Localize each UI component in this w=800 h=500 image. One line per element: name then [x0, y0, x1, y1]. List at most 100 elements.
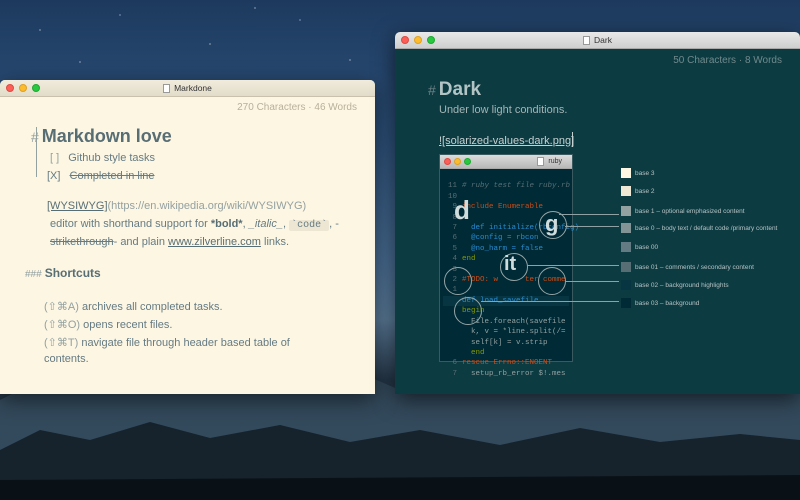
heading-text: Dark [438, 79, 482, 100]
callout-ring [444, 267, 472, 295]
legend-label: base 00 [635, 243, 659, 251]
code-title: ruby [548, 158, 562, 165]
task-item-done[interactable]: [X] Completed in line [47, 170, 155, 182]
legend-item: base 00 [621, 242, 658, 252]
line-number: 11 [447, 182, 457, 191]
legend-item: base 01 – comments / secondary content [621, 262, 754, 272]
connector-line [559, 214, 619, 215]
legend-item: base 02 – background highlights [621, 280, 729, 290]
code-text: k, v = *line.split(/= [462, 328, 566, 337]
paragraph-line-1: [WYSIWYG](https://en.wikipedia.org/wiki/… [47, 200, 306, 212]
subtitle-text: Under low light conditions. [439, 104, 568, 116]
text: - and plain [113, 236, 169, 248]
code-text: self[k] = v.strip [462, 338, 548, 347]
task-text: Github style tasks [68, 152, 156, 164]
legend-swatch [621, 186, 631, 196]
legend-item: base 3 [621, 168, 655, 178]
callout-ring [538, 267, 566, 295]
heading-marker: # [428, 82, 436, 98]
legend-item: base 1 – optional emphasized content [621, 206, 745, 216]
glyph-g: g [545, 211, 559, 236]
dark-window[interactable]: Dark 50 Characters · 8 Words # Dark Unde… [395, 32, 800, 394]
window-title: Dark [594, 35, 612, 45]
text: , - [329, 218, 339, 230]
code-line: 6 rescue Errno::ENOENT [443, 358, 569, 368]
legend-label: base 03 – background [635, 299, 700, 307]
connector-line [565, 226, 619, 227]
heading-text: Markdown love [41, 126, 172, 146]
legend-label: base 02 – background highlights [635, 281, 729, 289]
code-line: k, v = *line.split(/= [443, 327, 569, 337]
text: editor with shorthand support for [50, 218, 211, 230]
shortcut-desc: opens recent files. [80, 319, 173, 331]
legend-label: base 0 – body text / default code /prima… [635, 224, 778, 232]
plain-link[interactable]: www.zilverline.com [168, 236, 261, 248]
paragraph-line-2: editor with shorthand support for *bold*… [50, 218, 339, 231]
shortcut-key: (⇧⌘O) [44, 319, 81, 331]
code-text: rescue Errno::ENOENT [462, 359, 553, 368]
minimize-button[interactable] [414, 36, 422, 44]
legend-label: base 1 – optional emphasized content [635, 207, 745, 215]
code-text: @no_harm = false [462, 244, 544, 253]
image-markdown[interactable]: ![solarized-values-dark.png] [439, 135, 574, 147]
heading-1: # Dark [428, 79, 481, 101]
line-number: 5 [452, 244, 457, 253]
task-checkbox[interactable]: [X] [47, 170, 60, 182]
legend-item: base 2 [621, 186, 655, 196]
legend-label: base 01 – comments / secondary content [635, 263, 754, 271]
minimize-icon [454, 158, 461, 165]
editor-body[interactable]: # Markdown love [ ] Github style tasks [… [0, 80, 375, 365]
connector-line [565, 281, 619, 282]
heading-1: # Markdown love [31, 126, 172, 147]
code-token: `code` [289, 220, 330, 231]
legend-label: base 2 [635, 187, 655, 195]
heading-text: Shortcuts [44, 266, 101, 280]
italic-token: _italic_ [248, 218, 283, 230]
shortcut-desc: navigate file through header based table… [78, 337, 290, 349]
legend-swatch [621, 242, 631, 252]
bold-token: *bold* [210, 218, 243, 230]
zoom-button[interactable] [427, 36, 435, 44]
code-line: 7 setup_rb_error $!.mes [443, 369, 569, 379]
glyph-d: d [454, 195, 470, 225]
legend-swatch [621, 206, 631, 216]
shortcut-line: (⇧⌘A) archives all completed tasks. [44, 300, 223, 313]
zoom-icon [464, 158, 471, 165]
callout-ring [454, 297, 482, 325]
word-count: 50 Characters · 8 Words [673, 55, 782, 66]
connector-line [481, 301, 619, 302]
strike-token: strikethrough [50, 236, 114, 248]
code-titlebar: ruby [440, 155, 572, 169]
shortcut-desc: archives all completed tasks. [78, 301, 223, 313]
legend-swatch [621, 168, 631, 178]
code-text: include Enumerable [462, 203, 544, 212]
link-url: (https://en.wikipedia.org/wiki/WYSIWYG) [107, 200, 307, 212]
legend-swatch [621, 223, 631, 233]
legend-swatch [621, 280, 631, 290]
task-item-open[interactable]: [ ] Github style tasks [50, 152, 155, 164]
task-checkbox[interactable]: [ ] [50, 152, 59, 164]
legend-label: base 3 [635, 169, 655, 177]
embedded-code-window: ruby 11 # ruby test file ruby.rb 10 9 includ… [439, 154, 579, 378]
glyph-it: it [504, 253, 517, 275]
line-number: 6 [452, 359, 457, 368]
shortcut-line: (⇧⌘O) opens recent files. [44, 318, 172, 331]
code-text: # ruby test file ruby.rb [462, 182, 571, 191]
close-button[interactable] [401, 36, 409, 44]
task-text: Completed in line [69, 170, 155, 182]
image-link[interactable]: ![solarized-values-dark.png] [439, 135, 574, 147]
line-number: 4 [452, 255, 457, 264]
code-line: 11 # ruby test file ruby.rb [443, 181, 571, 191]
code-text: end [462, 348, 485, 357]
markdown-link[interactable]: [WYSIWYG] [47, 200, 108, 212]
markdone-window[interactable]: Markdone 270 Characters · 46 Words # Mar… [0, 80, 375, 394]
legend-item: base 03 – background [621, 298, 699, 308]
legend-swatch [621, 262, 631, 272]
code-text: setup_rb_error $!.mes [462, 369, 566, 378]
text-caret [572, 132, 573, 147]
code-line: self[k] = v.strip [443, 338, 569, 348]
document-icon [583, 35, 591, 45]
legend-item: base 0 – body text / default code /prima… [621, 223, 777, 233]
shortcut-key: (⇧⌘T) [44, 337, 79, 349]
dark-titlebar[interactable]: Dark [395, 32, 800, 49]
